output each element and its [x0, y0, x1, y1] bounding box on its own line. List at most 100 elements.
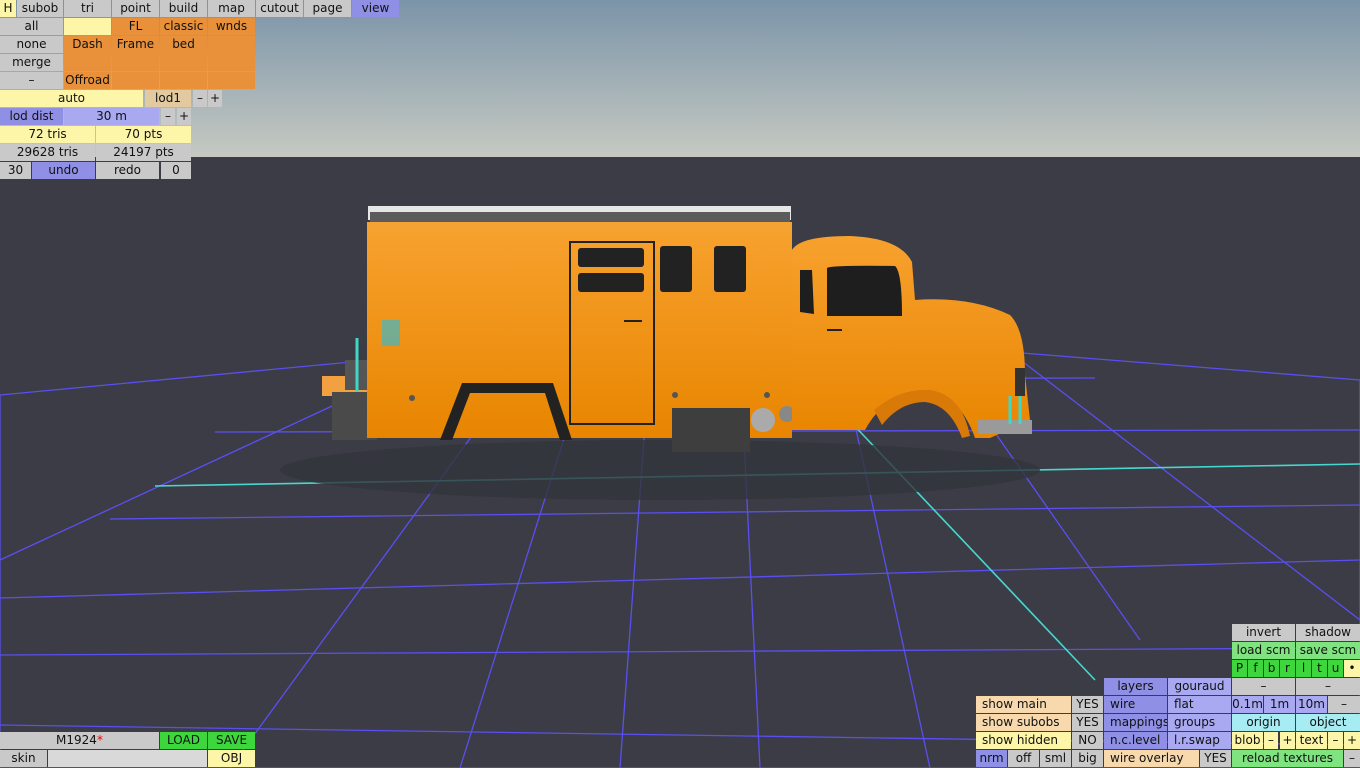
- export-obj-button[interactable]: OBJ: [208, 750, 255, 767]
- subob-slot-empty[interactable]: [64, 18, 111, 35]
- file-name-field[interactable]: M1924*: [0, 732, 159, 749]
- show-subobs-label[interactable]: show subobs: [976, 714, 1071, 731]
- viewport-3d[interactable]: [0, 0, 1360, 768]
- flag-t[interactable]: t: [1312, 660, 1327, 677]
- cutout-menu[interactable]: cutout: [256, 0, 303, 17]
- groups-button[interactable]: groups: [1168, 714, 1231, 731]
- redo-button[interactable]: redo: [96, 162, 159, 179]
- origin-button[interactable]: origin: [1232, 714, 1295, 731]
- subob-slot[interactable]: [160, 72, 207, 89]
- subob-slot[interactable]: [112, 72, 159, 89]
- subob-slot[interactable]: [208, 54, 255, 71]
- text-minus[interactable]: –: [1328, 732, 1343, 749]
- flag-r[interactable]: r: [1280, 660, 1295, 677]
- nc-level-button[interactable]: n.c.level: [1104, 732, 1167, 749]
- wire-overlay-value[interactable]: YES: [1200, 750, 1231, 767]
- subob-frame[interactable]: Frame: [112, 36, 159, 53]
- show-subobs-value[interactable]: YES: [1072, 714, 1103, 731]
- reload-minus[interactable]: –: [1344, 750, 1360, 767]
- undo-button[interactable]: undo: [32, 162, 95, 179]
- wire-button[interactable]: wire: [1104, 696, 1167, 713]
- lod-auto-button[interactable]: auto: [0, 90, 143, 107]
- layers-button[interactable]: layers: [1104, 678, 1167, 695]
- flag-l[interactable]: l: [1296, 660, 1311, 677]
- invert-button[interactable]: invert: [1232, 624, 1295, 641]
- snap-decrease-button[interactable]: –: [1232, 678, 1295, 695]
- skin-field[interactable]: [48, 750, 207, 767]
- tri-menu[interactable]: tri: [64, 0, 111, 17]
- subob-slot[interactable]: [64, 54, 111, 71]
- mappings-button[interactable]: mappings: [1104, 714, 1167, 731]
- subob-fl[interactable]: FL: [112, 18, 159, 35]
- flag-b[interactable]: b: [1264, 660, 1279, 677]
- flag-u[interactable]: u: [1328, 660, 1343, 677]
- page-menu[interactable]: page: [304, 0, 351, 17]
- subob-menu[interactable]: subob: [17, 0, 63, 17]
- total-tri-count: 29628 tris: [0, 144, 95, 161]
- lod-dist-increase[interactable]: +: [177, 108, 191, 125]
- normals-big-button[interactable]: big: [1072, 750, 1103, 767]
- normals-small-button[interactable]: sml: [1040, 750, 1071, 767]
- show-main-value[interactable]: YES: [1072, 696, 1103, 713]
- build-menu[interactable]: build: [160, 0, 207, 17]
- flat-button[interactable]: flat: [1168, 696, 1231, 713]
- lod-dist-value[interactable]: 30 m: [64, 108, 159, 125]
- point-count: 70 pts: [96, 126, 191, 143]
- select-all-button[interactable]: all: [0, 18, 63, 35]
- lod-dist-decrease[interactable]: –: [161, 108, 175, 125]
- blob-minus[interactable]: –: [1264, 732, 1278, 749]
- lod-dist-label: lod dist: [0, 108, 63, 125]
- unsaved-mark: *: [96, 733, 103, 747]
- flag-dot[interactable]: •: [1344, 660, 1360, 677]
- subob-bed[interactable]: bed: [160, 36, 207, 53]
- flag-p[interactable]: P: [1232, 660, 1247, 677]
- h-button[interactable]: H: [0, 0, 16, 17]
- collapse-button[interactable]: –: [0, 72, 63, 89]
- subob-wnds[interactable]: wnds: [208, 18, 255, 35]
- show-hidden-value[interactable]: NO: [1072, 732, 1103, 749]
- show-main-label[interactable]: show main: [976, 696, 1071, 713]
- subob-slot[interactable]: [112, 54, 159, 71]
- lod-level-button[interactable]: lod1: [145, 90, 191, 107]
- total-point-count: 24197 pts: [96, 144, 191, 161]
- save-button[interactable]: SAVE: [208, 732, 255, 749]
- step-0-1m[interactable]: 0.1m: [1232, 696, 1263, 713]
- wire-overlay-label[interactable]: wire overlay: [1104, 750, 1199, 767]
- map-menu[interactable]: map: [208, 0, 255, 17]
- show-hidden-label[interactable]: show hidden: [976, 732, 1071, 749]
- subob-classic[interactable]: classic: [160, 18, 207, 35]
- subob-slot[interactable]: [208, 36, 255, 53]
- step-1m[interactable]: 1m: [1264, 696, 1295, 713]
- lod-increase-button[interactable]: +: [208, 90, 222, 107]
- load-button[interactable]: LOAD: [160, 732, 207, 749]
- blob-plus[interactable]: +: [1280, 732, 1295, 749]
- view-menu[interactable]: view: [352, 0, 399, 17]
- load-scm-button[interactable]: load scm: [1232, 642, 1295, 659]
- lod-decrease-button[interactable]: –: [193, 90, 207, 107]
- gouraud-button[interactable]: gouraud: [1168, 678, 1231, 695]
- subob-offroad[interactable]: Offroad: [64, 72, 111, 89]
- subob-slot[interactable]: [208, 72, 255, 89]
- skin-button[interactable]: skin: [0, 750, 47, 767]
- normals-nrm-button[interactable]: nrm: [976, 750, 1007, 767]
- undo-count: 30: [0, 162, 31, 179]
- flag-f[interactable]: f: [1248, 660, 1263, 677]
- lr-swap-button[interactable]: l.r.swap: [1168, 732, 1231, 749]
- text-button[interactable]: text: [1296, 732, 1327, 749]
- snap-decrease-button-2[interactable]: –: [1296, 678, 1360, 695]
- text-plus[interactable]: +: [1344, 732, 1360, 749]
- merge-button[interactable]: merge: [0, 54, 63, 71]
- normals-off-button[interactable]: off: [1008, 750, 1039, 767]
- subob-slot[interactable]: [160, 54, 207, 71]
- save-scm-button[interactable]: save scm: [1296, 642, 1360, 659]
- step-10m[interactable]: 10m: [1296, 696, 1327, 713]
- point-menu[interactable]: point: [112, 0, 159, 17]
- shadow-button[interactable]: shadow: [1296, 624, 1360, 641]
- object-button[interactable]: object: [1296, 714, 1360, 731]
- tri-count: 72 tris: [0, 126, 95, 143]
- select-none-button[interactable]: none: [0, 36, 63, 53]
- blob-button[interactable]: blob: [1232, 732, 1263, 749]
- subob-dash[interactable]: Dash: [64, 36, 111, 53]
- reload-textures-button[interactable]: reload textures: [1232, 750, 1343, 767]
- step-minus[interactable]: –: [1328, 696, 1360, 713]
